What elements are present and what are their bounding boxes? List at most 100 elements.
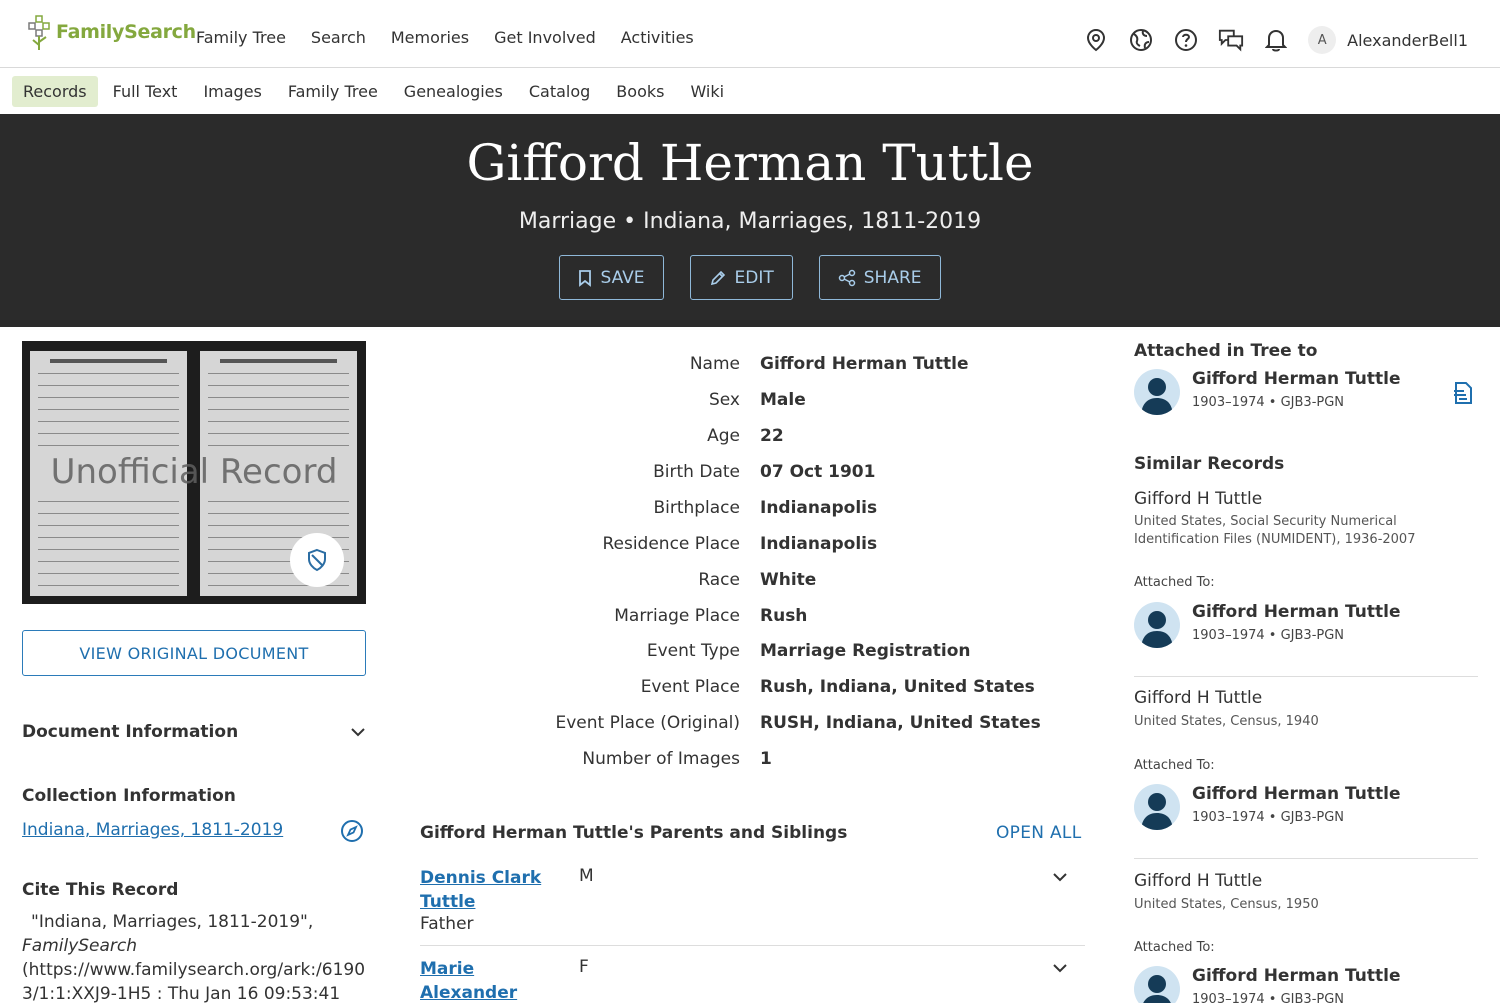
citation-line: "Indiana, Marriages, 1811-2019", <box>31 912 314 932</box>
nav-get-involved[interactable]: Get Involved <box>494 28 596 47</box>
unofficial-record-watermark: Unofficial Record <box>50 452 338 492</box>
location-pin-icon[interactable] <box>1083 27 1109 53</box>
attached-person[interactable]: Gifford Herman Tuttle 1903–1974 • GJB3-P… <box>1134 784 1479 832</box>
fact-row: Name Gifford Herman Tuttle <box>420 354 1080 380</box>
help-icon[interactable] <box>1173 27 1199 53</box>
edit-button[interactable]: EDIT <box>689 255 793 300</box>
record-title: Gifford Herman Tuttle <box>466 134 1034 192</box>
chevron-down-icon[interactable] <box>1052 872 1068 882</box>
share-label: SHARE <box>863 267 922 288</box>
similar-record-collection: United States, Social Security Numerical… <box>1134 513 1434 549</box>
subnav-full-text[interactable]: Full Text <box>102 76 189 107</box>
collection-link[interactable]: Indiana, Marriages, 1811-2019 <box>22 820 283 840</box>
tree-record-icon[interactable] <box>1452 381 1474 409</box>
row-divider <box>1134 858 1478 859</box>
fact-row: Event Place Rush, Indiana, United States <box>420 677 1080 703</box>
restricted-shield-button[interactable] <box>290 533 344 587</box>
parents-siblings-heading: Gifford Herman Tuttle's Parents and Sibl… <box>420 823 848 843</box>
bell-icon[interactable] <box>1263 27 1289 53</box>
globe-icon[interactable] <box>1128 27 1154 53</box>
fact-value: 22 <box>760 426 784 446</box>
messages-icon[interactable] <box>1218 27 1244 53</box>
person-name[interactable]: Gifford Herman Tuttle <box>1192 602 1401 622</box>
fact-row: Residence Place Indianapolis <box>420 534 1080 560</box>
parent-relation: Father <box>420 914 474 934</box>
view-original-document-button[interactable]: VIEW ORIGINAL DOCUMENT <box>22 630 366 676</box>
nav-memories[interactable]: Memories <box>391 28 469 47</box>
document-information-toggle[interactable]: Document Information <box>22 719 366 745</box>
subnav-family-tree[interactable]: Family Tree <box>277 76 389 107</box>
person-avatar <box>1134 784 1180 830</box>
collection-line: United States, Census, 1940 <box>1134 714 1319 729</box>
bookmark-icon <box>579 269 592 287</box>
subnav-books[interactable]: Books <box>605 76 675 107</box>
open-all-button[interactable]: OPEN ALL <box>996 823 1081 843</box>
attached-person[interactable]: Gifford Herman Tuttle 1903–1974 • GJB3-P… <box>1134 369 1479 417</box>
compass-icon[interactable] <box>340 819 364 847</box>
row-divider <box>1134 676 1478 677</box>
similar-record-collection: United States, Census, 1950 <box>1134 896 1434 914</box>
attached-person[interactable]: Gifford Herman Tuttle 1903–1974 • GJB3-P… <box>1134 966 1479 1003</box>
fact-value: Marriage Registration <box>760 641 971 661</box>
fact-row: Birthplace Indianapolis <box>420 498 1080 524</box>
collection-line: United States, Social Security Numerical <box>1134 514 1397 529</box>
parent-row[interactable]: Dennis Clark Tuttle Father M <box>420 866 1085 936</box>
subnav-catalog[interactable]: Catalog <box>518 76 601 107</box>
person-name[interactable]: Gifford Herman Tuttle <box>1192 369 1401 389</box>
parent-sex: M <box>579 866 594 886</box>
nav-family-tree[interactable]: Family Tree <box>196 28 286 47</box>
fact-value: Gifford Herman Tuttle <box>760 354 969 374</box>
save-label: SAVE <box>600 267 645 288</box>
person-detail: 1903–1974 • GJB3-PGN <box>1192 628 1345 643</box>
record-image-thumbnail[interactable]: Unofficial Record <box>22 341 366 604</box>
fact-value: 07 Oct 1901 <box>760 462 876 482</box>
fact-label: Sex <box>708 390 740 410</box>
fact-value: White <box>760 570 817 590</box>
pencil-icon <box>710 270 725 285</box>
save-button[interactable]: SAVE <box>559 255 664 300</box>
fact-label: Age <box>707 426 740 446</box>
parent-name-link[interactable]: Dennis Clark Tuttle <box>420 866 560 914</box>
person-name[interactable]: Gifford Herman Tuttle <box>1192 966 1401 986</box>
username[interactable]: AlexanderBell1 <box>1347 31 1468 50</box>
chevron-down-icon[interactable] <box>1052 963 1068 973</box>
familysearch-logo[interactable]: FamilySearch <box>26 12 196 52</box>
similar-record-name[interactable]: Gifford H Tuttle <box>1134 871 1262 891</box>
row-divider <box>420 945 1085 946</box>
person-name[interactable]: Gifford Herman Tuttle <box>1192 784 1401 804</box>
collection-line: United States, Census, 1950 <box>1134 897 1319 912</box>
subnav-images[interactable]: Images <box>192 76 272 107</box>
subnav-genealogies[interactable]: Genealogies <box>393 76 514 107</box>
person-avatar <box>1134 369 1180 415</box>
similar-record-name[interactable]: Gifford H Tuttle <box>1134 489 1262 509</box>
fact-value: Male <box>760 390 806 410</box>
citation-line: 3/1:1:XXJ9-1H5 : Thu Jan 16 09:53:41 UTC <box>22 984 341 1003</box>
citation-line: (https://www.familysearch.org/ark:/6190 <box>22 960 366 980</box>
parent-name-link[interactable]: Marie Alexander <box>420 957 560 1003</box>
fact-row: Race White <box>420 570 1080 596</box>
main-nav: Family Tree Search Memories Get Involved… <box>196 28 719 47</box>
fact-label: Name <box>689 354 740 374</box>
chevron-down-icon <box>351 728 365 737</box>
nav-activities[interactable]: Activities <box>621 28 694 47</box>
similar-records-heading: Similar Records <box>1134 454 1285 474</box>
similar-record-name[interactable]: Gifford H Tuttle <box>1134 688 1262 708</box>
attached-person[interactable]: Gifford Herman Tuttle 1903–1974 • GJB3-P… <box>1134 602 1479 650</box>
shield-slash-icon <box>308 548 326 572</box>
share-button[interactable]: SHARE <box>818 255 941 300</box>
user-avatar[interactable]: A <box>1308 26 1337 54</box>
parent-sex: F <box>579 957 589 977</box>
subnav-records[interactable]: Records <box>12 76 98 107</box>
fact-row: Sex Male <box>420 390 1080 416</box>
fact-label: Event Place <box>640 677 740 697</box>
top-header: FamilySearch Family Tree Search Memories… <box>0 0 1500 68</box>
parent-name-line: Marie <box>420 959 475 979</box>
hero-actions: SAVE EDIT SHARE <box>0 255 1500 300</box>
parent-row[interactable]: Marie Alexander F <box>420 957 1085 1003</box>
nav-search[interactable]: Search <box>311 28 366 47</box>
document-information-heading: Document Information <box>22 722 239 742</box>
subnav-wiki[interactable]: Wiki <box>679 76 735 107</box>
fact-row: Marriage Place Rush <box>420 606 1080 632</box>
attached-in-tree-heading: Attached in Tree to <box>1134 341 1318 361</box>
edit-label: EDIT <box>734 267 774 288</box>
